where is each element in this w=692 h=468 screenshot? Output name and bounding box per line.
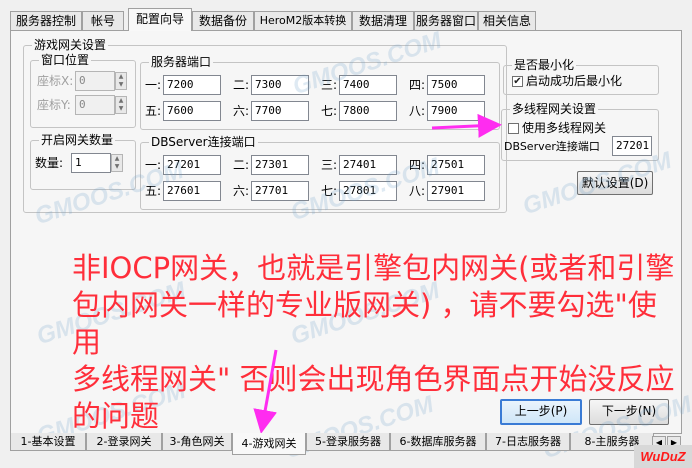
tab-login-server[interactable]: 5-登录服务器	[306, 433, 390, 451]
tab-login-gateway[interactable]: 2-登录网关	[86, 433, 162, 451]
arrow-to-multithread-checkbox	[431, 113, 502, 138]
tab-role-gateway[interactable]: 3-角色网关	[162, 433, 232, 451]
tab-basic-settings[interactable]: 1-基本设置	[10, 433, 86, 451]
annotation-arrows	[253, 113, 502, 434]
arrow-to-game-gateway-tab	[253, 349, 278, 434]
tab-config-wizard[interactable]: 配置向导	[128, 8, 192, 31]
corner-logo: WuDuZ	[634, 445, 692, 468]
tab-game-gateway[interactable]: 4-游戏网关	[232, 433, 306, 455]
tab-log-server[interactable]: 7-日志服务器	[486, 433, 570, 451]
tab-database-server[interactable]: 6-数据库服务器	[390, 433, 486, 451]
